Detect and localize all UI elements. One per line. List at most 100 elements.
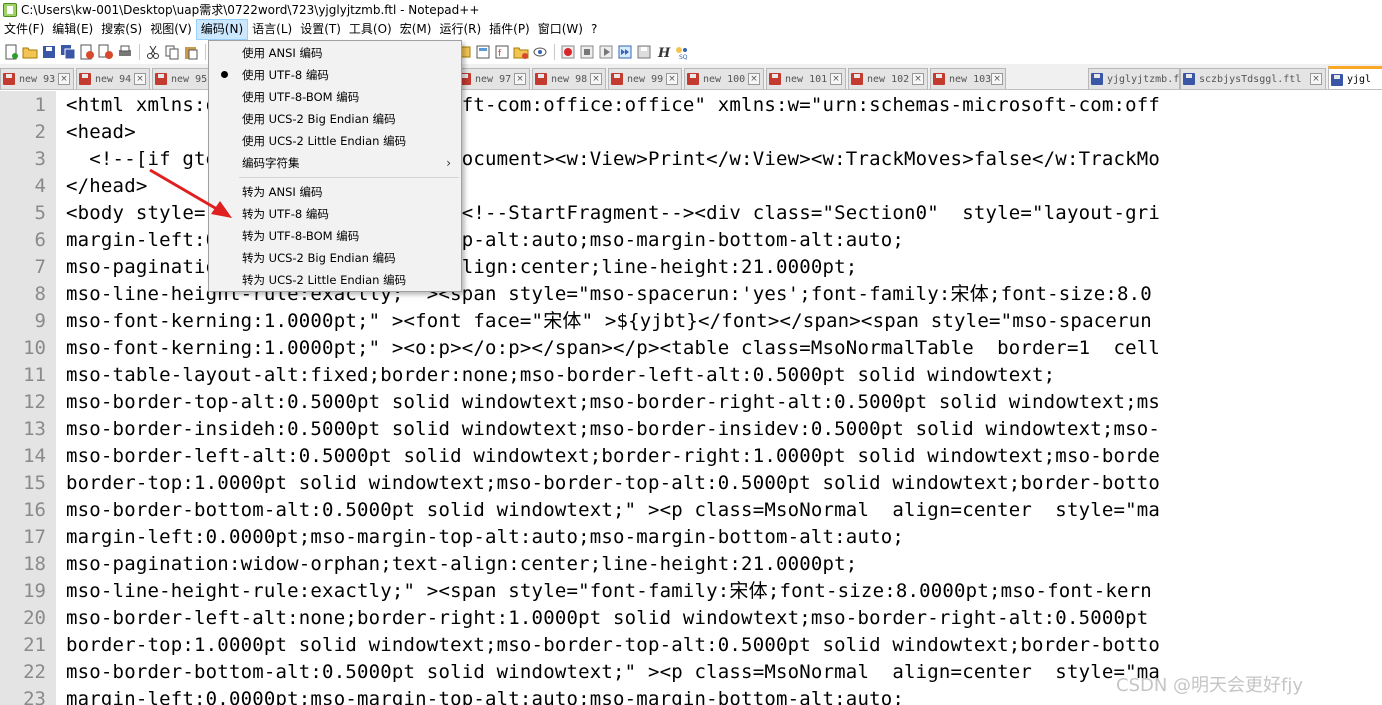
folder-workspace-button[interactable] <box>512 43 530 61</box>
code-text[interactable]: mso-font-kerning:1.0000pt;" ><font face=… <box>66 308 1152 335</box>
document-tab[interactable]: yjgl <box>1328 66 1382 89</box>
save-macro-button[interactable] <box>635 43 653 61</box>
h-button[interactable]: H <box>654 43 672 61</box>
copy-button[interactable] <box>163 43 181 61</box>
document-tab[interactable]: new 93 × <box>0 68 74 89</box>
code-line[interactable]: 12 mso-border-top-alt:0.5000pt solid wind… <box>0 389 1382 416</box>
document-tab[interactable]: new 97 × <box>456 68 530 89</box>
code-line[interactable]: 10 mso-font-kerning:1.0000pt;" ><o:p></o:… <box>0 335 1382 362</box>
menu-item[interactable]: 宏(M) <box>396 19 436 40</box>
encoding-menu-item[interactable]: 使用 UCS-2 Big Endian 编码 <box>209 108 461 130</box>
play-macro-button[interactable] <box>597 43 615 61</box>
document-tab[interactable]: sczbjysTdsggl.ftl × <box>1180 68 1326 89</box>
menu-item[interactable]: 窗口(W) <box>534 19 587 40</box>
menu-item[interactable]: 编辑(E) <box>48 19 97 40</box>
menu-item[interactable]: 运行(R) <box>435 19 485 40</box>
encoding-menu-item[interactable]: 转为 UCS-2 Little Endian 编码 <box>209 269 461 291</box>
code-text[interactable]: mso-border-left-alt:none;border-right:1.… <box>66 605 1148 632</box>
document-tab[interactable]: new 102 × <box>848 68 928 89</box>
code-text[interactable]: </head> <box>66 173 147 200</box>
menu-item[interactable]: 语言(L) <box>248 19 296 40</box>
encoding-menu-item[interactable]: 编码字符集 › <box>209 152 461 174</box>
code-text[interactable]: mso-table-layout-alt:fixed;border:none;m… <box>66 362 1055 389</box>
save-all-button[interactable] <box>59 43 77 61</box>
encoding-menu-item[interactable]: 转为 ANSI 编码 <box>209 181 461 203</box>
menu-item-label: 使用 UCS-2 Big Endian 编码 <box>242 112 396 126</box>
code-line[interactable]: 21 border-top:1.0000pt solid windowtext;m… <box>0 632 1382 659</box>
tab-close-icon[interactable]: × <box>748 73 760 85</box>
menu-item[interactable]: 编码(N) <box>195 19 249 40</box>
tab-close-icon[interactable]: × <box>134 73 146 85</box>
code-line[interactable]: 18 mso-pagination:widow-orphan;text-align… <box>0 551 1382 578</box>
code-line[interactable]: 11 mso-table-layout-alt:fixed;border:none… <box>0 362 1382 389</box>
menu-item[interactable]: ? <box>587 19 601 40</box>
new-file-button[interactable] <box>2 43 20 61</box>
function-list-button[interactable]: f <box>493 43 511 61</box>
document-tab[interactable]: new 98 × <box>532 68 606 89</box>
code-text[interactable]: margin-left:0.0000pt;mso-margin-top-alt:… <box>66 686 904 705</box>
tab-close-icon[interactable]: × <box>912 73 924 85</box>
code-text[interactable]: mso-font-kerning:1.0000pt;" ><o:p></o:p>… <box>66 335 1160 362</box>
code-text[interactable]: mso-border-insideh:0.5000pt solid window… <box>66 416 1160 443</box>
encoding-menu-item[interactable]: 使用 UTF-8-BOM 编码 <box>209 86 461 108</box>
menu-item[interactable]: 视图(V) <box>146 19 196 40</box>
doc-map-button[interactable] <box>474 43 492 61</box>
title-bar: C:\Users\kw-001\Desktop\uap需求\0722word\7… <box>0 0 1382 19</box>
encoding-menu-item[interactable]: 使用 UTF-8 编码 <box>209 64 461 86</box>
open-file-button[interactable] <box>21 43 39 61</box>
code-text[interactable]: mso-border-bottom-alt:0.5000pt solid win… <box>66 497 1160 524</box>
print-button[interactable] <box>116 43 134 61</box>
spellcheck-button[interactable]: SQ <box>673 43 691 61</box>
paste-button[interactable] <box>182 43 200 61</box>
code-line[interactable]: 16 mso-border-bottom-alt:0.5000pt solid w… <box>0 497 1382 524</box>
document-tab[interactable]: new 101 × <box>766 68 846 89</box>
document-tab[interactable]: new 100 × <box>684 68 764 89</box>
code-line[interactable]: 9 mso-font-kerning:1.0000pt;" ><font face… <box>0 308 1382 335</box>
save-button[interactable] <box>40 43 58 61</box>
close-button[interactable] <box>78 43 96 61</box>
stop-macro-button[interactable] <box>578 43 596 61</box>
code-line[interactable]: 13 mso-border-insideh:0.5000pt solid wind… <box>0 416 1382 443</box>
close-all-button[interactable] <box>97 43 115 61</box>
code-text[interactable]: border-top:1.0000pt solid windowtext;mso… <box>66 470 1160 497</box>
tab-close-icon[interactable]: × <box>830 73 842 85</box>
monitoring-button[interactable] <box>531 43 549 61</box>
code-text[interactable]: mso-line-height-rule:exactly;" ><span st… <box>66 578 1152 605</box>
encoding-menu-item[interactable]: 转为 UTF-8-BOM 编码 <box>209 225 461 247</box>
encoding-menu-item[interactable]: 转为 UCS-2 Big Endian 编码 <box>209 247 461 269</box>
code-text[interactable]: margin-left:0.0000pt;mso-margin-top-alt:… <box>66 227 904 254</box>
document-tab[interactable]: new 103 × <box>930 68 1006 89</box>
tab-close-icon[interactable]: × <box>514 73 526 85</box>
encoding-menu-item[interactable]: 使用 UCS-2 Little Endian 编码 <box>209 130 461 152</box>
tab-close-icon[interactable]: × <box>1310 73 1322 85</box>
cut-button[interactable] <box>144 43 162 61</box>
code-line[interactable]: 19 mso-line-height-rule:exactly;" ><span … <box>0 578 1382 605</box>
document-tab[interactable]: new 94 × <box>76 68 150 89</box>
code-text[interactable]: mso-border-left-alt:0.5000pt solid windo… <box>66 443 1160 470</box>
code-text[interactable]: mso-border-top-alt:0.5000pt solid window… <box>66 389 1160 416</box>
code-line[interactable]: 20 mso-border-left-alt:none;border-right:… <box>0 605 1382 632</box>
tab-close-icon[interactable]: × <box>590 73 602 85</box>
tab-close-icon[interactable]: × <box>666 73 678 85</box>
code-line[interactable]: 14 mso-border-left-alt:0.5000pt solid win… <box>0 443 1382 470</box>
tab-close-icon[interactable]: × <box>58 73 70 85</box>
encoding-menu-item[interactable]: 转为 UTF-8 编码 <box>209 203 461 225</box>
code-line[interactable]: 15 border-top:1.0000pt solid windowtext;m… <box>0 470 1382 497</box>
document-tab[interactable]: new 99 × <box>608 68 682 89</box>
tab-close-icon[interactable]: × <box>991 73 1004 85</box>
code-line[interactable]: 17 margin-left:0.0000pt;mso-margin-top-al… <box>0 524 1382 551</box>
menu-item[interactable]: 工具(O) <box>345 19 396 40</box>
code-text[interactable]: border-top:1.0000pt solid windowtext;mso… <box>66 632 1160 659</box>
code-text[interactable]: <head> <box>66 119 136 146</box>
menu-item[interactable]: 插件(P) <box>485 19 534 40</box>
menu-item[interactable]: 设置(T) <box>296 19 345 40</box>
run-macro-multiple-button[interactable] <box>616 43 634 61</box>
record-macro-button[interactable] <box>559 43 577 61</box>
document-tab[interactable]: yjglyjtzmb.ftl× <box>1088 68 1204 89</box>
menu-item[interactable]: 搜索(S) <box>97 19 146 40</box>
code-text[interactable]: margin-left:0.0000pt;mso-margin-top-alt:… <box>66 524 904 551</box>
code-text[interactable]: mso-pagination:widow-orphan;text-align:c… <box>66 551 857 578</box>
menu-item[interactable]: 文件(F) <box>0 19 48 40</box>
encoding-menu-item[interactable]: 使用 ANSI 编码 <box>209 42 461 64</box>
code-text[interactable]: mso-border-bottom-alt:0.5000pt solid win… <box>66 659 1160 686</box>
